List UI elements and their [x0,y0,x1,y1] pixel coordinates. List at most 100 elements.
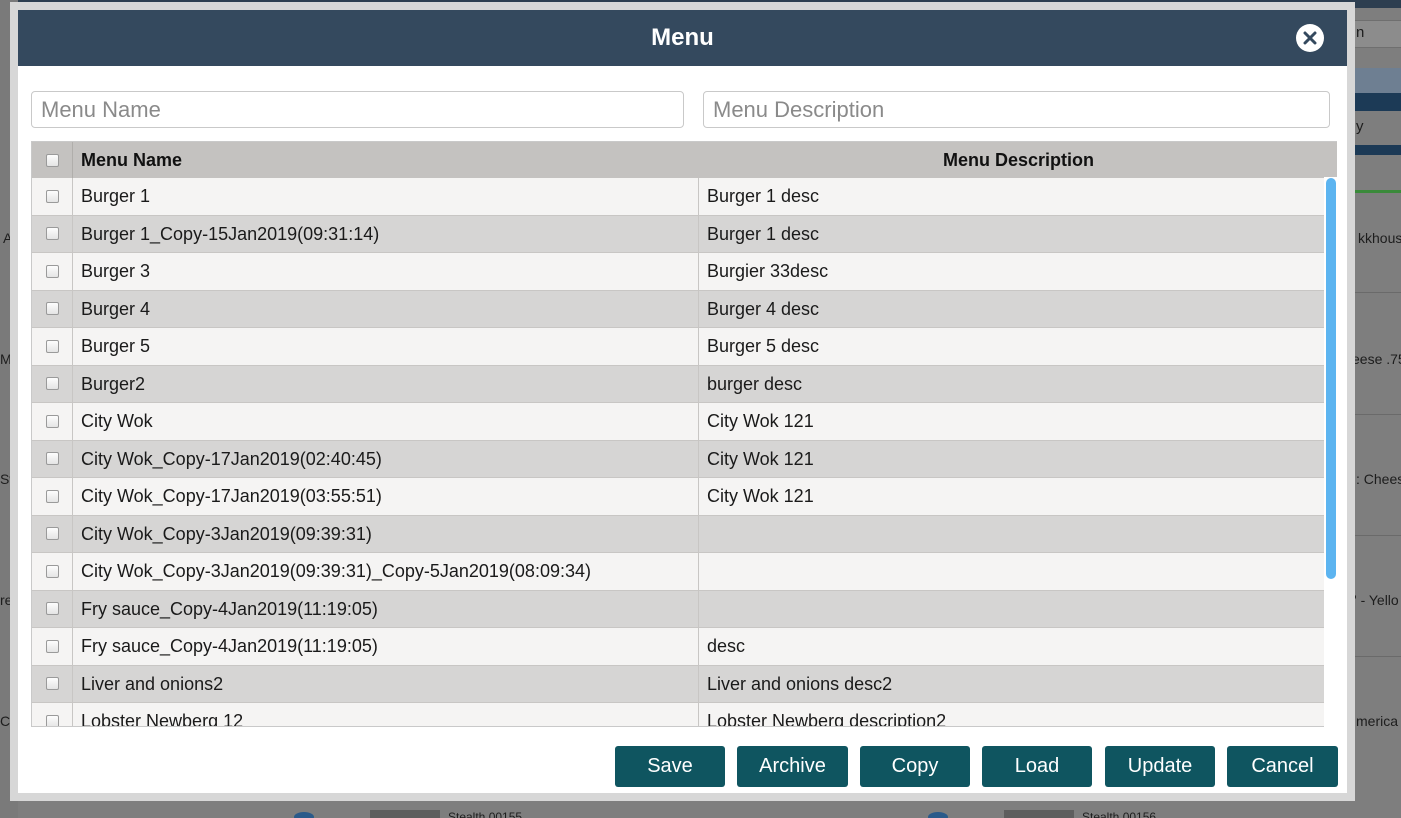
table-body: Burger 1 Burger 1 desc Burger 1_Copy-15J… [32,178,1325,727]
table-row[interactable]: Burger2 burger desc [32,365,1325,403]
select-all-cell [32,142,73,178]
load-button[interactable]: Load [982,746,1092,787]
row-checkbox-cell [32,328,73,365]
row-checkbox[interactable] [45,489,59,503]
table-row[interactable]: Liver and onions2 Liver and onions desc2 [32,665,1325,703]
save-button[interactable]: Save [615,746,725,787]
background-band [1350,93,1401,111]
menu-name-cell: City Wok_Copy-3Jan2019(09:39:31) [73,515,699,552]
background-divider [1350,656,1401,657]
menu-name-cell: City Wok_Copy-17Jan2019(02:40:45) [73,440,699,477]
row-checkbox[interactable] [45,677,59,691]
menu-description-cell [699,553,1325,590]
table-row[interactable]: Burger 1 Burger 1 desc [32,178,1325,216]
row-checkbox[interactable] [45,639,59,653]
row-checkbox-cell [32,440,73,477]
menu-name-cell: City Wok [73,403,699,440]
menu-description-cell: Burger 5 desc [707,336,820,356]
row-checkbox[interactable] [45,339,59,353]
menu-description-cell: City Wok 121 [707,411,814,431]
background-text: n [1356,24,1365,41]
cancel-button[interactable]: Cancel [1227,746,1338,787]
menu-description-cell: Burger 1 desc [707,186,820,206]
background-divider [1350,292,1401,293]
archive-button[interactable]: Archive [737,746,848,787]
table-row[interactable]: Fry sauce_Copy-4Jan2019(11:19:05) desc [32,628,1325,666]
table-row[interactable]: Fry sauce_Copy-4Jan2019(11:19:05) [32,590,1325,628]
table-scrollbar-thumb[interactable] [1326,178,1336,579]
background-dot [928,812,948,818]
update-button[interactable]: Update [1105,746,1215,787]
menu-description-cell: desc [707,636,746,656]
menu-name-cell: Fry sauce_Copy-4Jan2019(11:19:05) [73,590,699,627]
background-dot [294,812,314,818]
row-checkbox[interactable] [45,414,59,428]
row-checkbox[interactable] [45,527,59,541]
row-checkbox[interactable] [45,264,59,278]
row-checkbox[interactable] [45,714,59,726]
background-text: Stealth 00155 [448,810,523,818]
column-header-menu-description[interactable]: Menu Description [699,142,1337,178]
menu-name-cell: Lobster Newberg 12 [73,703,699,726]
background-thumbnail [370,810,440,818]
menu-description-cell [699,516,1325,553]
menu-description-cell: Burgier 33desc [707,261,829,281]
row-checkbox-cell [32,478,73,515]
row-checkbox[interactable] [45,227,59,241]
close-button[interactable] [1296,24,1324,52]
table-row[interactable]: Lobster Newberg 12 Lobster Newberg descr… [32,703,1325,727]
menu-name-cell: Burger 5 [73,328,699,365]
row-checkbox-cell [32,403,73,440]
background-divider [1350,414,1401,415]
close-icon [1303,31,1317,45]
row-checkbox[interactable] [45,602,59,616]
row-checkbox-cell [32,703,73,726]
menu-name-cell: City Wok_Copy-3Jan2019(09:39:31)_Copy-5J… [73,553,699,590]
menu-description-cell: burger desc [707,373,803,394]
column-header-menu-name[interactable]: Menu Name [73,142,699,178]
menu-description-cell: City Wok 121 [707,486,814,506]
table-row[interactable]: Burger 1_Copy-15Jan2019(09:31:14) Burger… [32,215,1325,253]
background-thumbnail [1004,810,1074,818]
background-text: Stealth 00156 [1082,810,1157,818]
menu-name-filter-input[interactable] [31,91,684,128]
menu-table: Menu Name Menu Description Burger 1 Burg… [31,141,1337,727]
background-text: : Chees [1356,471,1401,487]
row-checkbox-cell [32,628,73,665]
background-text: y [1356,118,1364,135]
background-band [1350,145,1401,155]
table-row[interactable]: City Wok_Copy-3Jan2019(09:39:31)_Copy-5J… [32,553,1325,591]
menu-name-cell: City Wok_Copy-17Jan2019(03:55:51) [73,478,699,515]
row-checkbox[interactable] [45,452,59,466]
row-checkbox-cell [32,253,73,290]
menu-description-cell: Burger 4 desc [707,298,820,319]
menu-description-cell: City Wok 121 [707,448,814,469]
menu-name-cell: Burger 4 [73,290,699,327]
table-row[interactable]: City Wok_Copy-17Jan2019(02:40:45) City W… [32,440,1325,478]
menu-description-cell: Lobster Newberg description2 [707,711,947,727]
select-all-checkbox[interactable] [45,153,59,167]
row-checkbox[interactable] [45,377,59,391]
copy-button[interactable]: Copy [860,746,970,787]
menu-name-cell: Burger 3 [73,253,699,290]
table-row[interactable]: Burger 5 Burger 5 desc [32,328,1325,366]
menu-description-cell: Burger 1 desc [707,223,820,244]
row-checkbox[interactable] [45,302,59,316]
table-row[interactable]: Burger 3 Burgier 33desc [32,253,1325,291]
dialog-title: Menu [651,24,714,51]
table-row[interactable]: City Wok_Copy-17Jan2019(03:55:51) City W… [32,478,1325,516]
row-checkbox-cell [32,215,73,252]
menu-description-cell [699,591,1325,628]
background-divider [1350,190,1401,193]
table-row[interactable]: Burger 4 Burger 4 desc [32,290,1325,328]
row-checkbox-cell [32,590,73,627]
menu-description-filter-input[interactable] [703,91,1330,128]
background-band [1350,68,1401,93]
background-divider [1350,535,1401,536]
row-checkbox[interactable] [45,564,59,578]
row-checkbox[interactable] [45,189,59,203]
table-row[interactable]: City Wok City Wok 121 [32,403,1325,441]
menu-name-cell: Burger 1_Copy-15Jan2019(09:31:14) [73,215,699,252]
background-text: kkhouse [1358,230,1401,246]
table-row[interactable]: City Wok_Copy-3Jan2019(09:39:31) [32,515,1325,553]
